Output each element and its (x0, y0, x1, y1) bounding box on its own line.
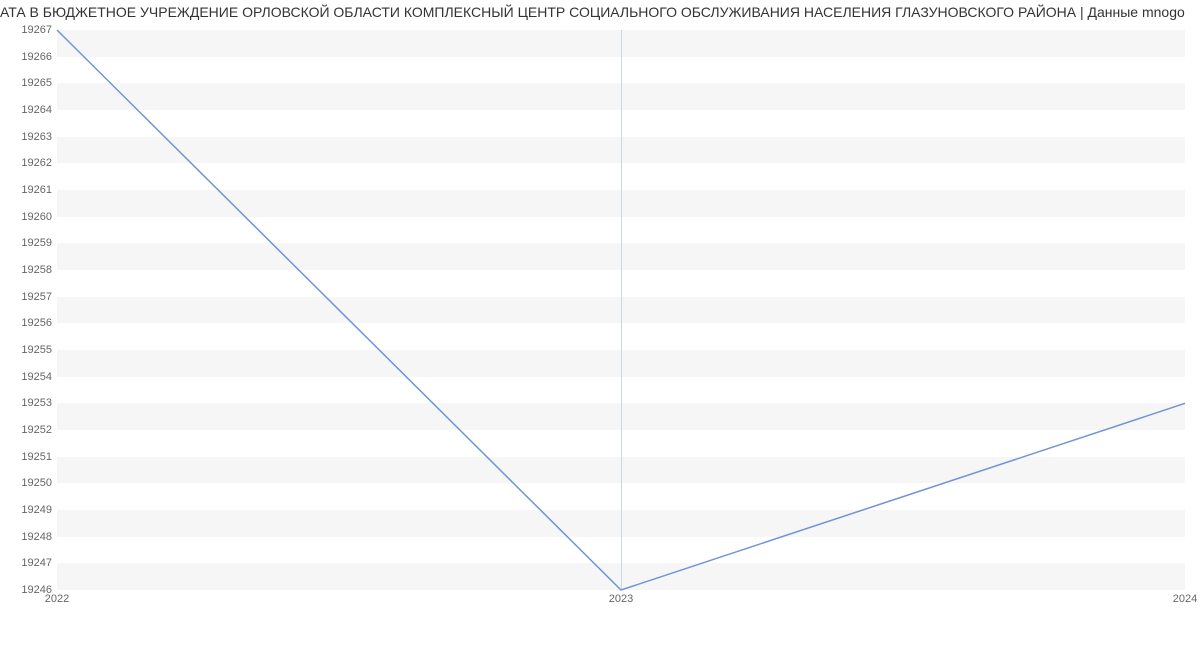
chart-title: АТА В БЮДЖЕТНОЕ УЧРЕЖДЕНИЕ ОРЛОВСКОЙ ОБЛ… (0, 4, 1200, 20)
y-tick-label: 19265 (2, 77, 52, 89)
plot-area (57, 30, 1185, 590)
y-tick-label: 19262 (2, 157, 52, 169)
y-tick-label: 19259 (2, 237, 52, 249)
y-tick-label: 19267 (2, 24, 52, 36)
x-tick-label: 2024 (1173, 593, 1197, 605)
y-tick-label: 19258 (2, 264, 52, 276)
y-tick-label: 19257 (2, 291, 52, 303)
y-tick-label: 19266 (2, 51, 52, 63)
y-tick-label: 19252 (2, 424, 52, 436)
y-tick-label: 19254 (2, 371, 52, 383)
y-tick-label: 19249 (2, 504, 52, 516)
y-tick-label: 19255 (2, 344, 52, 356)
y-tick-label: 19250 (2, 477, 52, 489)
x-tick-label: 2023 (609, 593, 633, 605)
chart-container: АТА В БЮДЖЕТНОЕ УЧРЕЖДЕНИЕ ОРЛОВСКОЙ ОБЛ… (0, 0, 1200, 650)
y-tick-label: 19253 (2, 397, 52, 409)
y-tick-label: 19261 (2, 184, 52, 196)
line-series (57, 30, 1185, 590)
y-tick-label: 19247 (2, 557, 52, 569)
y-tick-label: 19256 (2, 317, 52, 329)
y-tick-label: 19263 (2, 131, 52, 143)
y-tick-label: 19260 (2, 211, 52, 223)
x-tick-label: 2022 (45, 593, 69, 605)
y-tick-label: 19264 (2, 104, 52, 116)
y-tick-label: 19248 (2, 531, 52, 543)
y-tick-label: 19251 (2, 451, 52, 463)
